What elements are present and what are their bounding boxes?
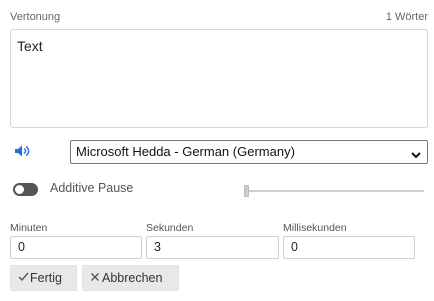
additive-pause-toggle[interactable] [13, 183, 38, 196]
check-icon [18, 266, 29, 290]
header: Vertonung 1 Wörter [10, 11, 428, 25]
speaker-icon[interactable] [14, 144, 30, 158]
cancel-label: Abbrechen [102, 271, 163, 285]
slider-thumb[interactable] [244, 185, 249, 197]
slider-track [244, 190, 424, 192]
seconds-field[interactable]: 3 [146, 236, 279, 259]
toggle-knob [15, 185, 24, 194]
done-button[interactable]: Fertig [10, 265, 77, 291]
section-title: Vertonung [10, 11, 61, 23]
done-label: Fertig [30, 271, 62, 285]
voice-select[interactable]: Microsoft Hedda - German (Germany) [70, 140, 428, 164]
chevron-down-icon [410, 146, 422, 159]
minutes-field[interactable]: 0 [10, 236, 142, 259]
cancel-button[interactable]: Abbrechen [82, 265, 179, 291]
milliseconds-label: Millisekunden [283, 222, 347, 234]
close-icon [90, 266, 101, 290]
voiceover-text-area[interactable]: Text [10, 29, 428, 128]
milliseconds-field[interactable]: 0 [283, 236, 415, 259]
word-count: 1 Wörter [385, 11, 428, 23]
seconds-label: Sekunden [146, 222, 194, 234]
minutes-label: Minuten [10, 222, 48, 234]
voice-select-value: Microsoft Hedda - German (Germany) [76, 144, 295, 159]
additive-pause-label: Additive Pause [50, 181, 134, 195]
pause-slider[interactable] [244, 183, 424, 197]
